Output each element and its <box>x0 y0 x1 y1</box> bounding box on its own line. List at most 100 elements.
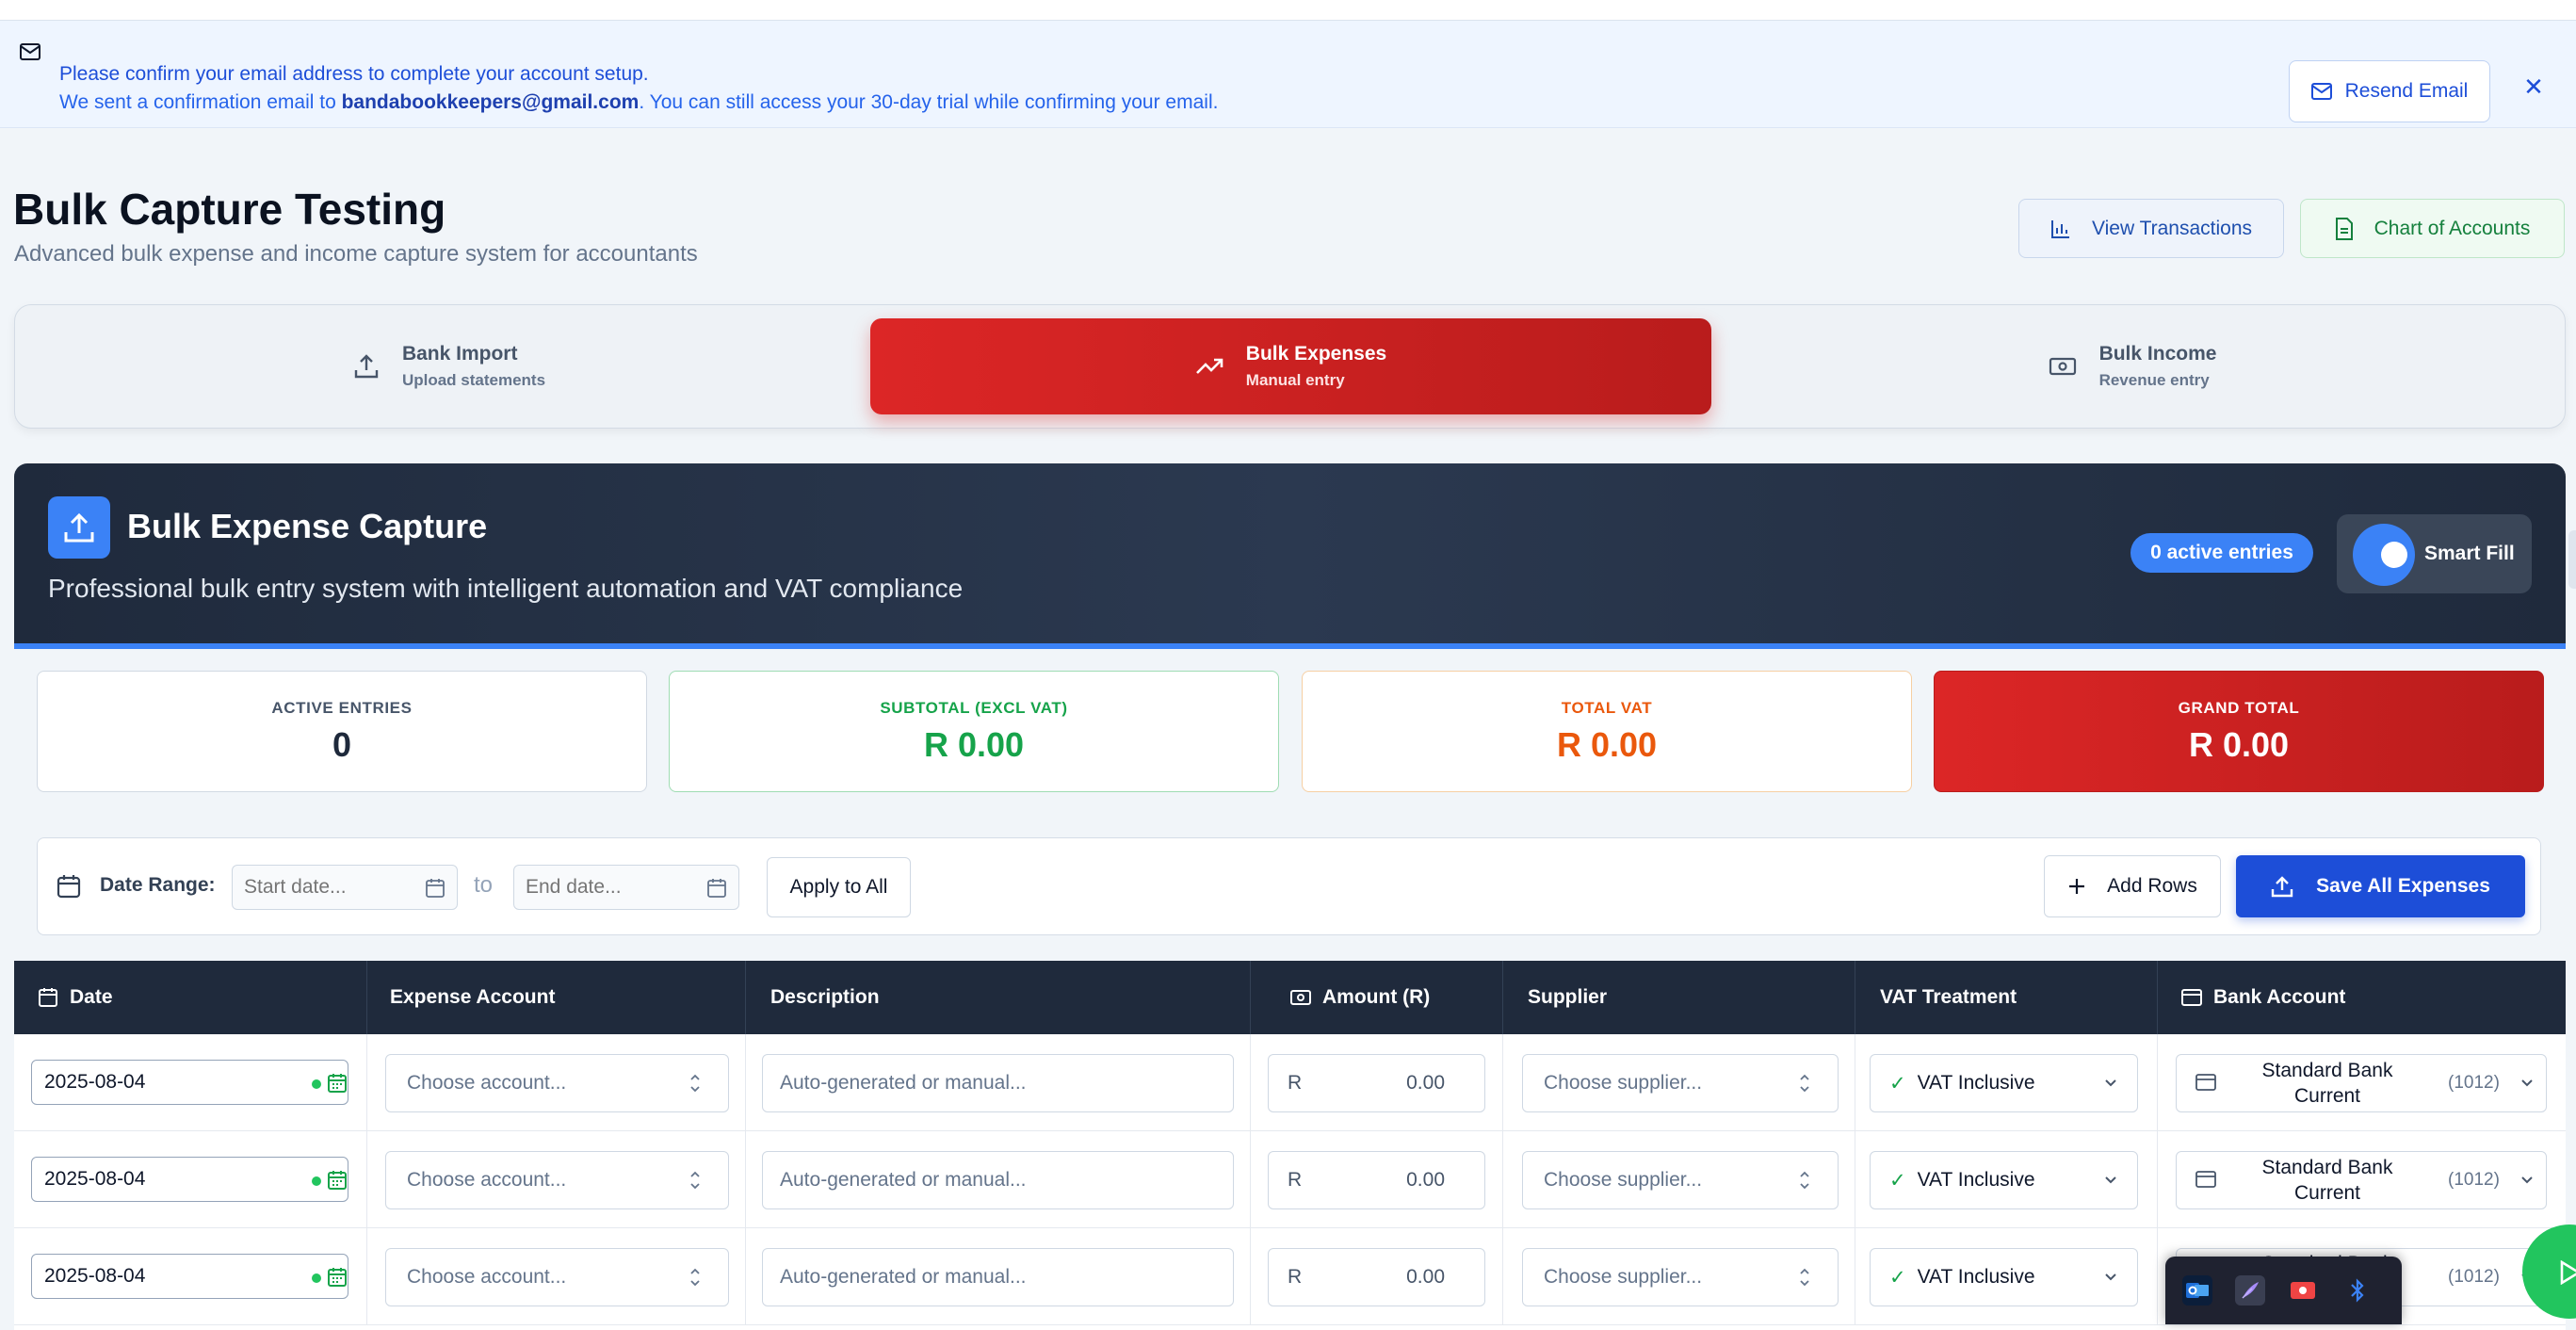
expense-account-select[interactable]: Choose account... <box>385 1248 729 1306</box>
column-label: Bank Account <box>2213 986 2346 1008</box>
view-transactions-button[interactable]: View Transactions <box>2018 199 2284 258</box>
tab-title: Bank Import <box>401 343 518 365</box>
date-input[interactable]: 2025-08-04 <box>31 1060 348 1105</box>
calendar-icon[interactable] <box>327 1170 348 1191</box>
start-date-field[interactable] <box>233 866 457 909</box>
column-header-date[interactable]: Date <box>14 961 367 1034</box>
select-placeholder: Choose account... <box>407 1266 567 1288</box>
vat-treatment-select[interactable]: ✓ VAT Inclusive <box>1870 1151 2138 1209</box>
date-input[interactable]: 2025-08-04 <box>31 1254 348 1299</box>
smart-fill-toggle[interactable]: Smart Fill <box>2337 514 2532 593</box>
column-header-bank-account[interactable]: Bank Account <box>2158 961 2566 1034</box>
tab-subtitle: Upload statements <box>401 371 546 389</box>
end-date-field[interactable] <box>514 866 738 909</box>
amount-value: 0.00 <box>1406 1072 1445 1094</box>
vat-treatment-select[interactable]: ✓ VAT Inclusive <box>1870 1054 2138 1112</box>
account-cell: Choose account... <box>367 1228 746 1325</box>
vat-treatment-select[interactable]: ✓ VAT Inclusive <box>1870 1248 2138 1306</box>
description-input[interactable]: Auto-generated or manual... <box>762 1248 1234 1306</box>
close-banner-icon[interactable]: ✕ <box>2519 73 2548 101</box>
bank-cell: Standard Bank Current (1012) <box>2158 1131 2566 1228</box>
bank-code: (1012) <box>2448 1267 2500 1287</box>
chevron-down-icon <box>2521 1079 2533 1087</box>
select-placeholder: Choose account... <box>407 1072 567 1094</box>
amount-cell: R 0.00 <box>1251 1131 1503 1228</box>
amount-input[interactable]: R 0.00 <box>1268 1151 1485 1209</box>
outlook-icon[interactable] <box>2182 1275 2212 1306</box>
date-value: 2025-08-04 <box>44 1071 146 1093</box>
mail-icon <box>20 43 41 60</box>
column-header-description[interactable]: Description <box>746 961 1251 1034</box>
expense-account-select[interactable]: Choose account... <box>385 1151 729 1209</box>
credit-card-icon <box>2195 1074 2216 1091</box>
tab-bulk-income[interactable]: Bulk Income Revenue entry <box>1711 318 2553 414</box>
start-date-input[interactable] <box>232 865 458 910</box>
description-input[interactable]: Auto-generated or manual... <box>762 1054 1234 1112</box>
date-value: 2025-08-04 <box>44 1168 146 1190</box>
date-cell: 2025-08-04 <box>14 1034 367 1131</box>
vat-value: VAT Inclusive <box>1917 1169 2035 1191</box>
amount-input[interactable]: R 0.00 <box>1268 1054 1485 1112</box>
check-icon: ✓ <box>1889 1266 1906 1289</box>
bluetooth-icon[interactable] <box>2342 1275 2373 1306</box>
column-label: Date <box>70 986 113 1008</box>
feather-icon[interactable] <box>2235 1275 2265 1306</box>
vat-value: VAT Inclusive <box>1917 1072 2035 1094</box>
view-transactions-label: View Transactions <box>2091 217 2253 239</box>
calendar-icon <box>39 988 57 1007</box>
currency-prefix: R <box>1288 1266 1303 1288</box>
chevron-up-down-icon <box>690 1268 700 1287</box>
end-date-input[interactable] <box>513 865 739 910</box>
toggle-knob <box>2381 542 2407 568</box>
date-input[interactable]: 2025-08-04 <box>31 1157 348 1202</box>
screen-record-icon[interactable] <box>2288 1275 2318 1306</box>
tab-bank-import[interactable]: Bank Import Upload statements <box>28 318 870 414</box>
tab-bulk-expenses[interactable]: Bulk Expenses Manual entry <box>870 318 1711 414</box>
table-row: 2025-08-04 Choose account... Auto-genera… <box>14 1131 2566 1228</box>
column-header-vat-treatment[interactable]: VAT Treatment <box>1855 961 2158 1034</box>
apply-to-all-button[interactable]: Apply to All <box>767 857 911 917</box>
upload-icon <box>354 354 379 379</box>
chart-of-accounts-button[interactable]: Chart of Accounts <box>2300 199 2565 258</box>
vat-value: VAT Inclusive <box>1917 1266 2035 1288</box>
calendar-icon[interactable] <box>706 878 727 899</box>
select-placeholder: Choose supplier... <box>1544 1266 1703 1288</box>
input-placeholder: Auto-generated or manual... <box>780 1169 1027 1191</box>
amount-input[interactable]: R 0.00 <box>1268 1248 1485 1306</box>
expense-account-select[interactable]: Choose account... <box>385 1054 729 1112</box>
bank-account-select[interactable]: Standard Bank Current (1012) <box>2176 1151 2547 1209</box>
select-placeholder: Choose supplier... <box>1544 1072 1703 1094</box>
side-panel-handle[interactable] <box>2568 530 2576 589</box>
supplier-select[interactable]: Choose supplier... <box>1522 1248 1839 1306</box>
smart-fill-label: Smart Fill <box>2424 543 2515 564</box>
save-all-expenses-button[interactable]: Save All Expenses <box>2236 855 2525 917</box>
add-rows-button[interactable]: Add Rows <box>2044 855 2221 917</box>
calendar-icon[interactable] <box>425 878 446 899</box>
bar-chart-icon <box>2050 219 2069 238</box>
vat-cell: ✓ VAT Inclusive <box>1855 1034 2158 1131</box>
chevron-down-icon <box>2105 1079 2116 1087</box>
date-value: 2025-08-04 <box>44 1265 146 1287</box>
tab-subtitle: Manual entry <box>1245 371 1345 389</box>
resend-email-button[interactable]: Resend Email <box>2289 60 2490 122</box>
file-text-icon <box>2335 217 2353 240</box>
active-entries-badge: 0 active entries <box>2130 533 2313 573</box>
calendar-icon[interactable] <box>327 1073 348 1094</box>
description-input[interactable]: Auto-generated or manual... <box>762 1151 1234 1209</box>
bank-name: Standard Bank Current <box>2261 1060 2393 1107</box>
currency-prefix: R <box>1288 1169 1303 1191</box>
input-placeholder: Auto-generated or manual... <box>780 1266 1027 1288</box>
banner-message: Please confirm your email address to com… <box>59 63 649 85</box>
toggle-switch[interactable] <box>2353 524 2415 586</box>
column-header-expense-account[interactable]: Expense Account <box>367 961 746 1034</box>
column-header-amount[interactable]: Amount (R) <box>1251 961 1503 1034</box>
calendar-icon[interactable] <box>327 1267 348 1288</box>
chevron-down-icon <box>2105 1273 2116 1281</box>
column-header-supplier[interactable]: Supplier <box>1503 961 1855 1034</box>
supplier-select[interactable]: Choose supplier... <box>1522 1054 1839 1112</box>
supplier-select[interactable]: Choose supplier... <box>1522 1151 1839 1209</box>
bank-name: Standard Bank Current <box>2261 1157 2393 1204</box>
amount-value: 0.00 <box>1406 1169 1445 1191</box>
banner-detail-suffix: . You can still access your 30-day trial… <box>639 91 1219 113</box>
bank-account-select[interactable]: Standard Bank Current (1012) <box>2176 1054 2547 1112</box>
